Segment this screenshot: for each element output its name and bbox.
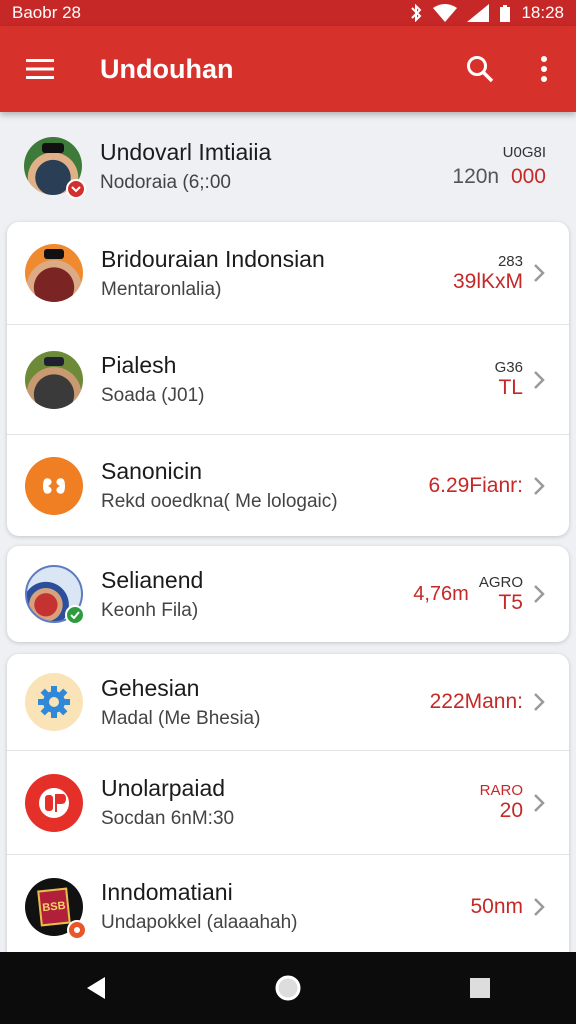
item-subtitle: Nodoraia (6;:00	[100, 171, 231, 193]
app-logo-icon: BSB	[37, 887, 71, 926]
item-title: Selianend	[101, 566, 204, 593]
item-subtitle: Undapokkel (alaaahah)	[101, 912, 298, 933]
bluetooth-icon	[411, 4, 422, 22]
chevron-right-icon	[531, 263, 547, 283]
hamburger-icon	[26, 59, 54, 79]
more-options-button[interactable]	[512, 26, 576, 112]
item-subtitle: Rekd ooedkna( Me lologaic)	[101, 491, 338, 512]
home-circle-icon	[275, 975, 301, 1001]
content-list: Undovarl Imtiaiia Nodoraia (6;:00 U0G8I …	[0, 112, 576, 952]
recents-button[interactable]	[440, 952, 520, 1024]
chevron-right-icon	[531, 897, 547, 917]
chevron-down-icon	[71, 186, 81, 193]
avatar	[25, 350, 83, 409]
status-left-text: Baobr 28	[12, 3, 81, 22]
avatar	[25, 244, 83, 302]
item-subtitle: Socdan 6nM:30	[101, 808, 235, 829]
item-meta-value: 6.29Fianr:	[428, 473, 523, 497]
app-icon	[25, 673, 83, 731]
item-meta-value: 000	[510, 164, 546, 188]
item-meta-left: 4,76m	[413, 582, 469, 605]
chevron-right-icon	[531, 692, 547, 712]
app-logo-icon	[39, 787, 69, 818]
item-meta-small: RARO	[479, 782, 523, 799]
status-bar: Baobr 28 18:28	[0, 0, 576, 26]
item-subtitle: Madal (Me Bhesia)	[101, 707, 261, 729]
item-title: Undovarl Imtiaiia	[100, 138, 272, 165]
app-icon	[25, 773, 83, 832]
menu-button[interactable]	[0, 26, 80, 112]
back-button[interactable]	[56, 952, 136, 1024]
signal-icon	[467, 4, 490, 22]
recents-square-icon	[470, 978, 490, 998]
item-title: Pialesh	[101, 352, 177, 378]
status-time: 18:28	[521, 3, 564, 22]
item-meta-value: TL	[498, 376, 523, 399]
list-item[interactable]: Selianend Keonh Fila) 4,76m AGRO T5	[7, 546, 569, 642]
more-vert-icon	[541, 56, 547, 82]
item-subtitle: Soada (J01)	[101, 385, 205, 406]
list-item[interactable]: BSB Inndomatiani Undapokkel (alaaahah) 5…	[7, 854, 569, 952]
item-meta-left: 120n	[452, 164, 500, 188]
list-item[interactable]: Sanonicin Rekd ooedkna( Me lologaic) 6.2…	[7, 434, 569, 536]
app-logo-icon	[43, 477, 65, 494]
verified-badge	[66, 179, 86, 199]
item-title: Gehesian	[101, 674, 200, 701]
chevron-right-icon	[531, 793, 547, 813]
item-meta-small: U0G8I	[502, 143, 546, 161]
app-bar: Undouhan	[0, 26, 576, 112]
item-meta-value: 39lKxM	[452, 269, 523, 293]
item-title: Sanonicin	[101, 458, 203, 484]
item-meta-value: 50nm	[470, 894, 523, 918]
item-title: Inndomatiani	[101, 879, 233, 905]
wifi-icon	[433, 4, 458, 22]
check-badge	[65, 605, 85, 625]
list-item[interactable]: Unolarpaiad Socdan 6nM:30 RARO 20	[7, 750, 569, 854]
item-title: Bridouraian Indonsian	[101, 245, 325, 272]
avatar	[24, 137, 86, 199]
gear-icon	[38, 686, 70, 718]
home-button[interactable]	[248, 952, 328, 1024]
list-item[interactable]: Pialesh Soada (J01) G36 TL	[7, 324, 569, 434]
search-icon	[467, 56, 494, 83]
app-icon	[25, 456, 83, 515]
check-icon	[70, 611, 80, 619]
card-group: Selianend Keonh Fila) 4,76m AGRO T5	[7, 546, 569, 642]
item-subtitle: Keonh Fila)	[101, 599, 199, 621]
item-meta-small: AGRO	[478, 573, 523, 591]
battery-icon	[500, 5, 511, 22]
item-meta-value: 20	[499, 799, 523, 822]
app-badge	[67, 919, 87, 940]
item-meta-small: 283	[497, 252, 523, 270]
chevron-right-icon	[531, 584, 547, 604]
list-item[interactable]: Gehesian Madal (Me Bhesia) 222Mann:	[7, 654, 569, 750]
chevron-right-icon	[531, 370, 547, 390]
avatar	[25, 565, 85, 625]
card-group: Gehesian Madal (Me Bhesia) 222Mann: Unol…	[7, 654, 569, 952]
item-title: Unolarpaiad	[101, 775, 226, 801]
system-nav-bar	[0, 952, 576, 1024]
page-title: Undouhan	[100, 53, 234, 84]
chevron-right-icon	[531, 476, 547, 496]
list-item[interactable]: Bridouraian Indonsian Mentaronlalia) 283…	[7, 222, 569, 324]
card-group: Bridouraian Indonsian Mentaronlalia) 283…	[7, 222, 569, 536]
badge-dot-icon	[74, 926, 80, 933]
item-meta-value: 222Mann:	[429, 690, 523, 713]
search-button[interactable]	[448, 26, 512, 112]
back-triangle-icon	[87, 977, 105, 999]
app-icon: BSB	[25, 877, 87, 940]
item-subtitle: Mentaronlalia)	[101, 278, 222, 300]
app-logo-text: BSB	[41, 899, 67, 914]
list-item[interactable]: Undovarl Imtiaiia Nodoraia (6;:00 U0G8I …	[0, 112, 576, 220]
item-meta-small: G36	[494, 359, 523, 376]
item-meta-value: T5	[498, 590, 523, 614]
